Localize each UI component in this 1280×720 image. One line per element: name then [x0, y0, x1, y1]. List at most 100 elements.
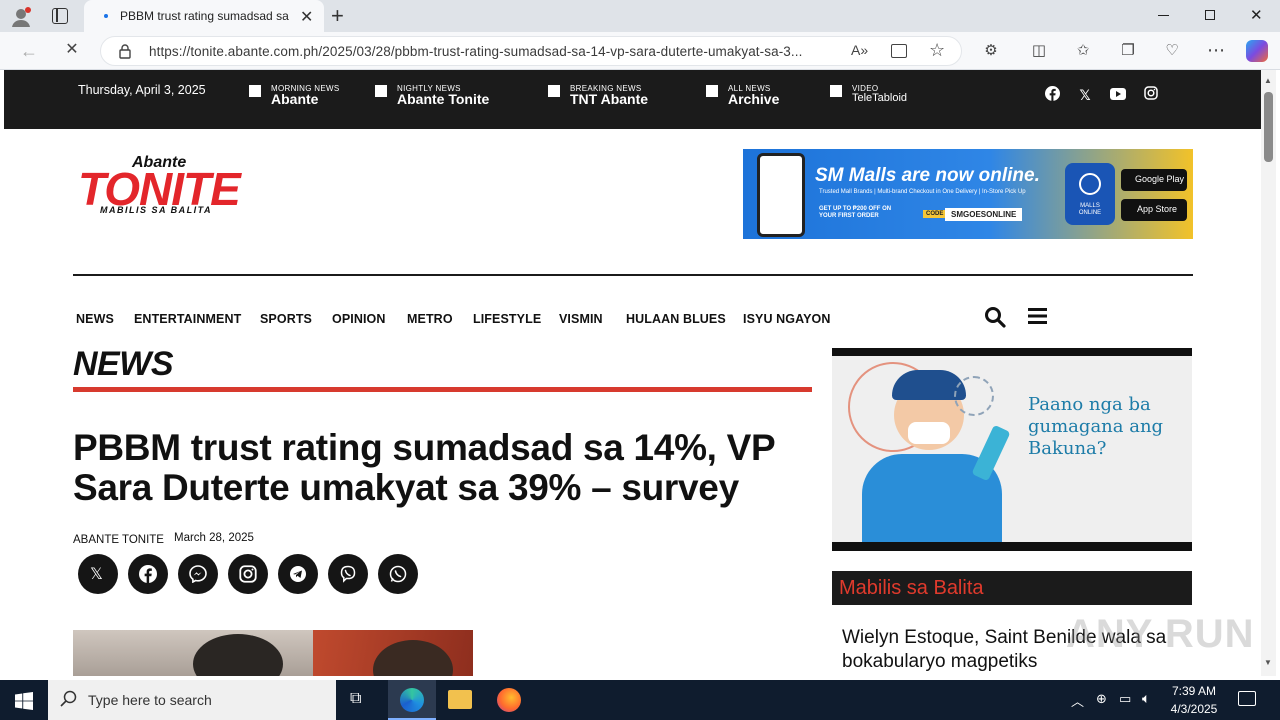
- tab-actions-icon[interactable]: [52, 8, 68, 24]
- nav-metro[interactable]: METRO: [407, 312, 453, 326]
- scrollbar-thumb[interactable]: [1264, 92, 1273, 162]
- nav-entertainment[interactable]: ENTERTAINMENT: [134, 312, 241, 326]
- file-explorer-icon[interactable]: [448, 690, 472, 709]
- lock-icon[interactable]: [119, 44, 131, 59]
- article-author[interactable]: ABANTE TONITE: [73, 534, 164, 546]
- close-window-icon[interactable]: ✕: [1250, 6, 1263, 24]
- taskbar-search-placeholder: Type here to search: [88, 692, 212, 708]
- favorite-star-icon[interactable]: ☆: [929, 40, 945, 61]
- square-icon: [375, 85, 387, 97]
- back-icon[interactable]: ←: [18, 41, 40, 61]
- share-whatsapp-button[interactable]: [378, 554, 418, 594]
- network-icon[interactable]: ▭: [1119, 691, 1131, 707]
- task-view-icon[interactable]: ⧉: [350, 690, 361, 708]
- nav-news[interactable]: NEWS: [76, 312, 114, 326]
- browser-address-bar: ← ✕ https://tonite.abante.com.ph/2025/03…: [0, 32, 1280, 70]
- x-twitter-icon: 𝕏: [90, 566, 103, 583]
- performance-icon[interactable]: ♡: [1161, 41, 1183, 61]
- nav-isyu-ngayon[interactable]: ISYU NGAYON: [743, 312, 830, 326]
- sidebar-vaccine-ad[interactable]: Paano nga ba gumagana ang Bakuna?: [832, 348, 1192, 551]
- x-twitter-icon[interactable]: 𝕏: [1076, 86, 1094, 104]
- nav-lifestyle[interactable]: LIFESTYLE: [473, 312, 541, 326]
- section-rule: [73, 387, 812, 392]
- taskbar-date[interactable]: 4/3/2025: [1164, 702, 1224, 716]
- square-icon: [249, 85, 261, 97]
- minimize-icon[interactable]: [1158, 15, 1169, 16]
- favorites-icon[interactable]: ✩: [1072, 41, 1094, 61]
- share-x-button[interactable]: 𝕏: [78, 554, 118, 594]
- share-viber-button[interactable]: [328, 554, 368, 594]
- tray-chevron-icon[interactable]: ︿: [1071, 691, 1084, 710]
- stop-loading-icon[interactable]: ✕: [61, 40, 83, 60]
- instagram-icon[interactable]: [1142, 86, 1160, 104]
- nav-vismin[interactable]: VISMIN: [559, 312, 603, 326]
- facebook-icon[interactable]: [1043, 86, 1061, 104]
- youtube-icon[interactable]: [1109, 86, 1127, 104]
- ad-headline: SM Malls are now online.: [815, 165, 1040, 186]
- nav-sports[interactable]: SPORTS: [260, 312, 312, 326]
- firefox-icon[interactable]: [497, 688, 521, 712]
- ad-offer: GET UP TO ₱200 OFF ON YOUR FIRST ORDER: [819, 206, 892, 219]
- site-topbar: Thursday, April 3, 2025 MORNING NEWS Aba…: [4, 70, 1261, 129]
- nav-opinion[interactable]: OPINION: [332, 312, 385, 326]
- extensions-icon[interactable]: ⚙: [980, 41, 1002, 61]
- topbar-date: Thursday, April 3, 2025: [78, 83, 206, 97]
- nav-hulaan-blues[interactable]: HULAAN BLUES: [626, 312, 726, 326]
- share-messenger-button[interactable]: [178, 554, 218, 594]
- phone-mockup-image: [757, 153, 805, 237]
- article-date: March 28, 2025: [174, 532, 254, 544]
- more-menu-icon[interactable]: ⋯: [1205, 40, 1227, 60]
- read-aloud-icon[interactable]: A»: [851, 42, 868, 58]
- volume-icon[interactable]: 🔈︎: [1142, 690, 1150, 707]
- messenger-icon: [189, 565, 207, 583]
- whatsapp-icon: [389, 565, 407, 583]
- browser-tab-bar: PBBM trust rating sumadsad sa 1 ✕ + ✕: [0, 0, 1280, 32]
- sm-malls-ad-banner[interactable]: SM Malls are now online. Trusted Mall Br…: [743, 149, 1193, 239]
- ad-subtext: Trusted Mall Brands | Multi-brand Checko…: [819, 189, 1026, 195]
- notification-icon[interactable]: [1238, 691, 1256, 706]
- article-hero-image[interactable]: [73, 630, 473, 676]
- logo-tagline: MABILIS SA BALITA: [100, 205, 212, 215]
- url-bar[interactable]: https://tonite.abante.com.ph/2025/03/28/…: [100, 36, 962, 66]
- article-headline: PBBM trust rating sumadsad sa 14%, VP Sa…: [73, 427, 775, 508]
- share-telegram-button[interactable]: [278, 554, 318, 594]
- share-instagram-button[interactable]: [228, 554, 268, 594]
- tab-loading-dot-icon: [104, 14, 108, 18]
- square-icon: [548, 85, 560, 97]
- sidebar-section-title: Mabilis sa Balita: [839, 577, 984, 599]
- share-facebook-button[interactable]: [128, 554, 168, 594]
- square-icon: [830, 85, 842, 97]
- tab-title: PBBM trust rating sumadsad sa 1: [120, 9, 290, 23]
- copilot-icon[interactable]: [1246, 40, 1268, 62]
- profile-icon[interactable]: [10, 6, 32, 28]
- vial-illustration: [971, 424, 1011, 482]
- new-tab-icon[interactable]: +: [331, 3, 344, 29]
- tab-close-icon[interactable]: ✕: [300, 7, 313, 27]
- app-store-badge[interactable]: App Store: [1121, 199, 1187, 221]
- scroll-up-icon[interactable]: ▲: [1264, 76, 1272, 85]
- scroll-down-icon[interactable]: ▼: [1264, 658, 1272, 667]
- virus-illustration: [954, 376, 994, 416]
- site-logo[interactable]: Abante TONITE MABILIS SA BALITA: [78, 150, 272, 218]
- immersive-reader-icon[interactable]: [891, 44, 907, 58]
- taskbar-time[interactable]: 7:39 AM: [1164, 684, 1224, 698]
- edge-taskbar-icon[interactable]: [388, 680, 436, 720]
- collections-icon[interactable]: ❐: [1117, 41, 1139, 61]
- windows-taskbar: Type here to search ⧉ ︿ ⊕ ▭ 🔈︎ 7:39 AM 4…: [0, 680, 1280, 720]
- ad-code: SMGOESONLINE: [945, 208, 1023, 221]
- hamburger-menu-icon[interactable]: [1028, 308, 1047, 324]
- restore-icon[interactable]: [1205, 10, 1215, 20]
- square-icon: [706, 85, 718, 97]
- section-title: NEWS: [73, 345, 174, 383]
- windows-start-icon[interactable]: [15, 692, 33, 710]
- tab-active[interactable]: PBBM trust rating sumadsad sa 1 ✕: [84, 0, 324, 32]
- google-play-badge[interactable]: Google Play: [1121, 169, 1187, 191]
- header-divider: [73, 274, 1193, 276]
- sidebar-section-header: Mabilis sa Balita: [832, 571, 1192, 605]
- split-screen-icon[interactable]: ◫: [1028, 41, 1050, 61]
- search-icon[interactable]: [984, 306, 1006, 328]
- ad-code-label: CODE: [923, 210, 947, 218]
- taskbar-search-box[interactable]: Type here to search: [48, 680, 336, 720]
- instagram-icon: [239, 565, 257, 583]
- tray-app-icon[interactable]: ⊕: [1096, 691, 1107, 707]
